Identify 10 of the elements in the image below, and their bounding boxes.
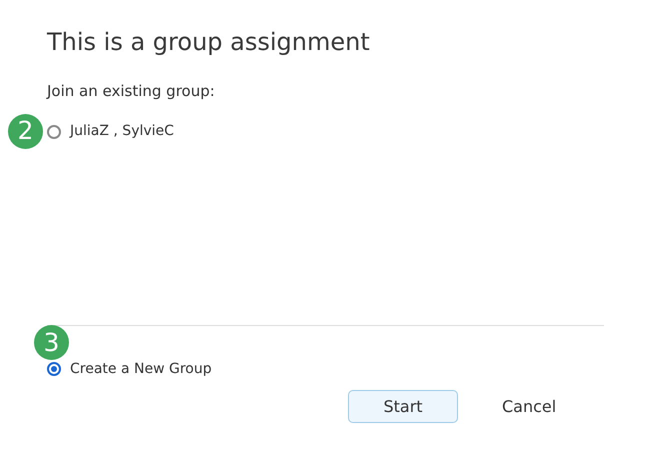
cancel-button[interactable]: Cancel [492,390,566,423]
create-group-label[interactable]: Create a New Group [70,358,212,380]
dialog-title: This is a group assignment [47,27,371,58]
step-badge: 3 [34,325,69,360]
join-label: Join an existing group: [47,81,216,102]
radio-button[interactable] [47,124,61,138]
start-button[interactable]: Start [348,390,458,423]
radio-button[interactable] [47,362,61,376]
group-option-label[interactable]: JuliaZ , SylvieC [70,121,174,142]
step-badge: 2 [8,114,43,148]
